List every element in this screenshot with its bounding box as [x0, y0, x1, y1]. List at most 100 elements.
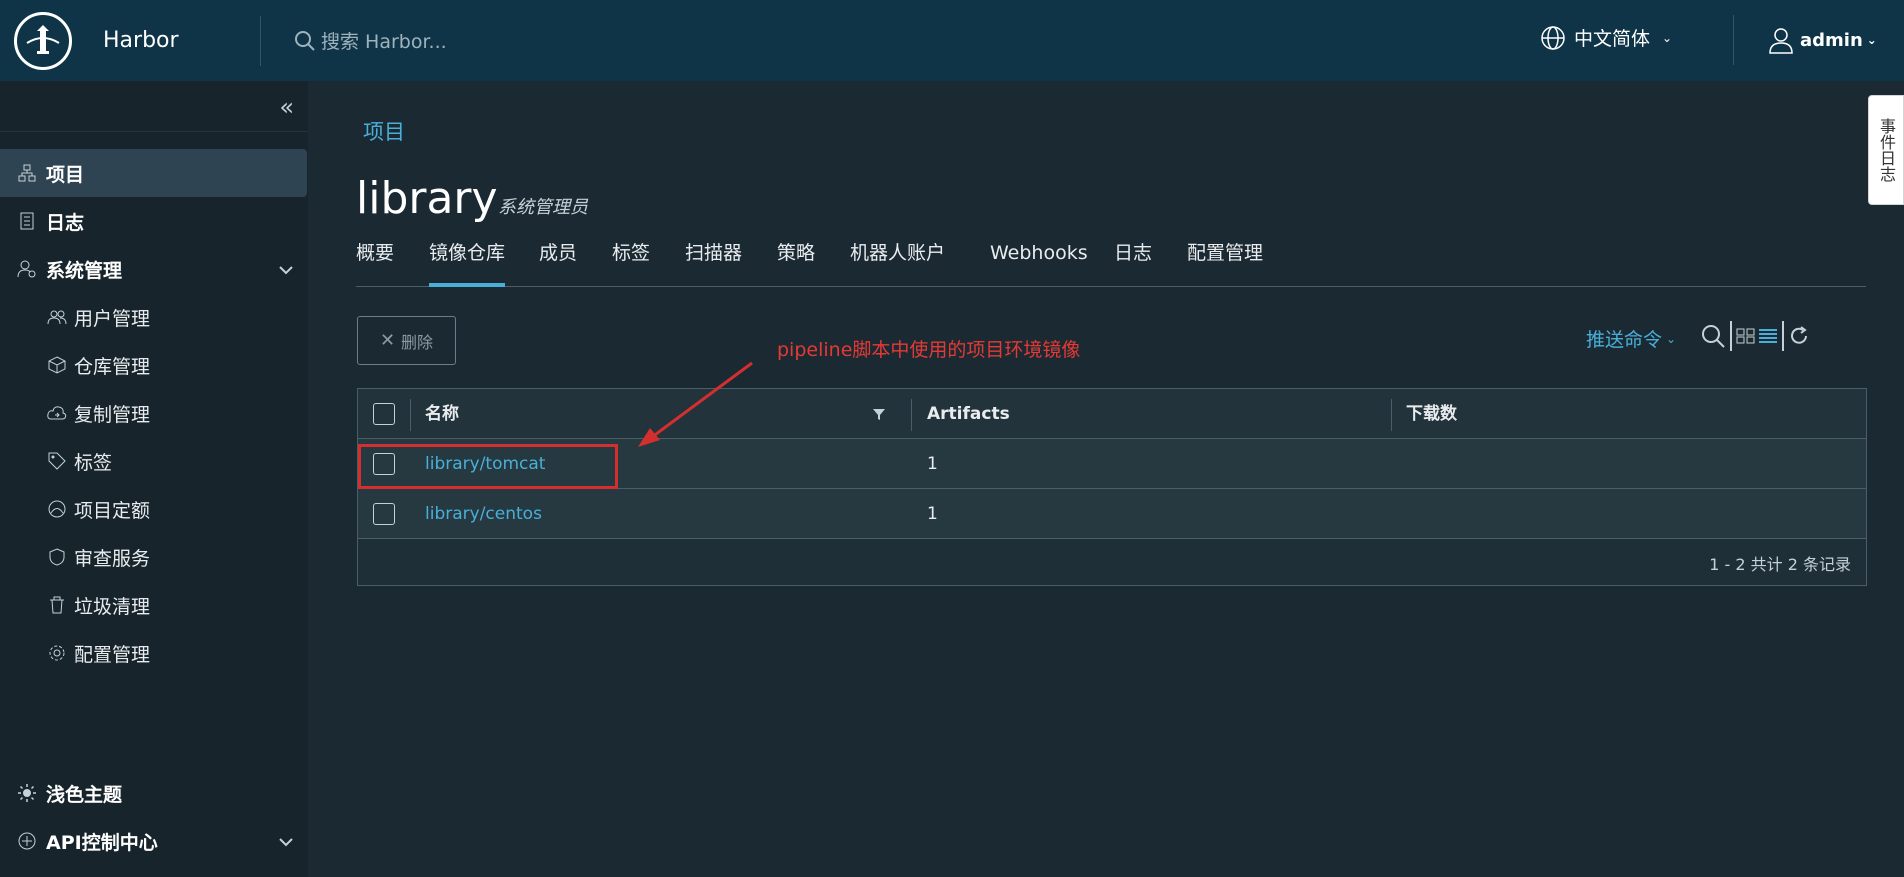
row-checkbox[interactable] — [373, 503, 395, 525]
column-divider — [911, 399, 912, 431]
sidebar-item-label: API控制中心 — [46, 831, 158, 854]
list-view-icon[interactable] — [1758, 328, 1778, 344]
header-divider — [260, 15, 261, 66]
sidebar-item-logs[interactable]: 日志 — [0, 197, 308, 245]
card-view-icon[interactable] — [1736, 328, 1756, 344]
chevron-down-icon: ⌄ — [1666, 331, 1677, 346]
filter-icon[interactable] — [872, 407, 886, 421]
sidebar: « 项目 日志 系统管理 用户管理 仓库管理 复制管理 标签 项目定额 审查服务… — [0, 81, 308, 877]
sidebar-item-label: 日志 — [46, 211, 85, 234]
chevron-down-icon — [278, 258, 294, 280]
global-search[interactable]: 搜索 Harbor... — [293, 27, 447, 54]
delete-button[interactable]: ✕ 删除 — [357, 316, 456, 365]
annotation-highlight-box — [358, 444, 618, 489]
logs-icon — [16, 210, 38, 232]
breadcrumb[interactable]: 项目 — [363, 116, 405, 146]
event-log-tab[interactable]: 事件日志 — [1868, 95, 1904, 205]
toolbar-divider — [1782, 321, 1784, 351]
sidebar-item-replication[interactable]: 复制管理 — [0, 389, 308, 437]
harbor-logo-icon — [14, 11, 72, 70]
tab-summary[interactable]: 概要 — [356, 234, 394, 287]
username: admin — [1800, 29, 1863, 51]
api-icon — [16, 830, 38, 852]
sidebar-item-labels[interactable]: 标签 — [0, 437, 308, 485]
projects-icon — [16, 162, 38, 184]
select-all-checkbox[interactable] — [373, 403, 395, 425]
sidebar-item-label: 用户管理 — [74, 307, 151, 330]
top-header: Harbor 搜索 Harbor... 中文简体 ⌄ admin ⌄ — [0, 0, 1904, 81]
sidebar-item-label: 复制管理 — [74, 403, 151, 426]
registry-icon — [46, 354, 68, 376]
tab-logs[interactable]: 日志 — [1114, 234, 1152, 287]
page-title: library — [356, 173, 498, 224]
pagination-summary: 1 - 2 共计 2 条记录 — [1709, 555, 1851, 574]
tag-icon — [46, 450, 68, 472]
sidebar-item-label: 垃圾清理 — [74, 595, 151, 618]
tab-robot-accounts[interactable]: 机器人账户 — [850, 234, 945, 287]
quota-icon — [46, 498, 68, 520]
push-command-label: 推送命令 — [1586, 329, 1663, 351]
sidebar-item-label: 项目 — [46, 163, 85, 186]
admin-icon — [16, 258, 38, 280]
sidebar-item-admin[interactable]: 系统管理 — [0, 245, 308, 293]
sidebar-item-label: 浅色主题 — [46, 783, 123, 806]
sidebar-item-gc[interactable]: 垃圾清理 — [0, 581, 308, 629]
user-menu[interactable]: admin ⌄ — [1768, 26, 1877, 54]
language-label: 中文简体 — [1574, 28, 1651, 50]
refresh-icon[interactable] — [1788, 325, 1810, 347]
search-placeholder: 搜索 Harbor... — [321, 31, 447, 53]
repository-name-link[interactable]: library/centos — [425, 489, 542, 539]
toolbar-icons — [1700, 321, 1810, 351]
search-icon — [295, 30, 315, 51]
column-header-artifacts[interactable]: Artifacts — [927, 389, 1010, 439]
sidebar-item-api[interactable]: API控制中心 — [0, 817, 308, 865]
toolbar-divider — [1730, 321, 1732, 351]
sidebar-item-registry[interactable]: 仓库管理 — [0, 341, 308, 389]
tab-config[interactable]: 配置管理 — [1187, 234, 1263, 287]
chevron-down-icon — [278, 830, 294, 852]
column-header-downloads[interactable]: 下载数 — [1406, 389, 1457, 439]
tab-repositories[interactable]: 镜像仓库 — [429, 234, 506, 287]
search-icon[interactable] — [1700, 323, 1726, 349]
sidebar-item-interrogation[interactable]: 审查服务 — [0, 533, 308, 581]
sidebar-item-label: 项目定额 — [74, 499, 151, 522]
replication-icon — [46, 402, 68, 424]
artifacts-count: 1 — [927, 504, 938, 524]
gear-icon — [46, 642, 68, 664]
header-divider-2 — [1733, 15, 1734, 65]
project-tabs: 概要 镜像仓库 成员 标签 扫描器 策略 机器人账户 Webhooks 日志 配… — [356, 234, 1866, 287]
sidebar-item-label: 系统管理 — [46, 259, 123, 282]
users-icon — [46, 306, 68, 328]
chevron-down-icon: ⌄ — [1662, 30, 1673, 45]
tab-policy[interactable]: 策略 — [777, 234, 815, 287]
globe-icon — [1541, 25, 1565, 50]
column-header-name[interactable]: 名称 — [425, 389, 459, 439]
sidebar-divider — [0, 131, 308, 132]
language-selector[interactable]: 中文简体 ⌄ — [1540, 24, 1672, 51]
sidebar-item-projects[interactable]: 项目 — [0, 149, 307, 197]
table-header: 名称 Artifacts 下载数 — [358, 389, 1866, 439]
sidebar-item-label: 审查服务 — [74, 547, 151, 570]
column-divider — [410, 399, 411, 431]
trash-icon — [46, 594, 68, 616]
tab-webhooks[interactable]: Webhooks — [990, 234, 1088, 287]
sidebar-item-theme[interactable]: 浅色主题 — [0, 769, 308, 817]
sidebar-item-quotas[interactable]: 项目定额 — [0, 485, 308, 533]
event-log-label: 事件日志 — [1877, 118, 1896, 182]
sun-icon — [16, 782, 38, 804]
brand[interactable]: Harbor — [0, 0, 260, 81]
tab-scanner[interactable]: 扫描器 — [685, 234, 742, 287]
sidebar-item-users[interactable]: 用户管理 — [0, 293, 308, 341]
user-icon — [1769, 28, 1793, 54]
sidebar-item-label: 仓库管理 — [74, 355, 151, 378]
annotation-text: pipeline脚本中使用的项目环境镜像 — [777, 339, 1081, 361]
tab-labels[interactable]: 标签 — [612, 234, 650, 287]
close-icon: ✕ — [379, 330, 396, 351]
sidebar-item-config[interactable]: 配置管理 — [0, 629, 308, 677]
tab-members[interactable]: 成员 — [539, 234, 577, 287]
brand-name: Harbor — [103, 28, 179, 53]
table-row[interactable]: library/centos 1 — [358, 489, 1866, 539]
collapse-sidebar-icon[interactable]: « — [279, 93, 294, 121]
role-label: 系统管理员 — [498, 197, 588, 218]
push-command-dropdown[interactable]: 推送命令 ⌄ — [1586, 325, 1676, 352]
